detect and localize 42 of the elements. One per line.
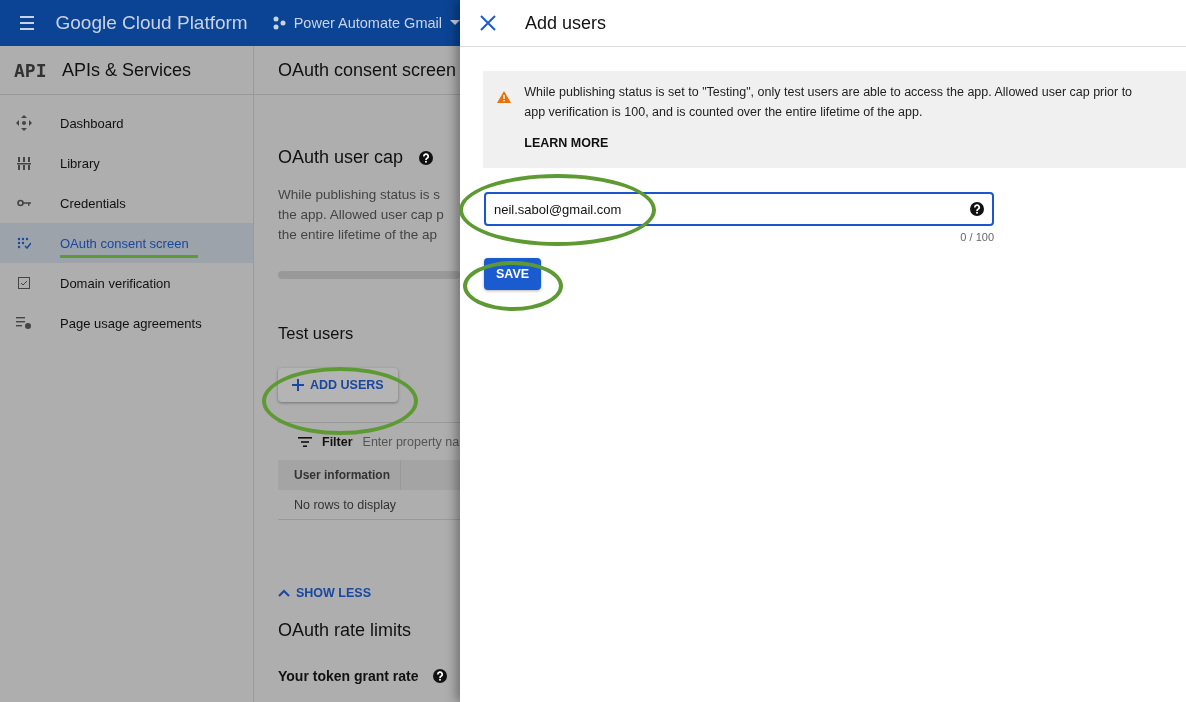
- project-dots-icon: [271, 16, 286, 30]
- sidebar-item[interactable]: Library: [0, 143, 253, 183]
- section-title: APIs & Services: [62, 59, 192, 81]
- sidebar-item[interactable]: Credentials: [0, 183, 253, 223]
- save-button[interactable]: SAVE: [484, 258, 542, 290]
- sidebar-item[interactable]: Dashboard: [0, 103, 253, 143]
- description-text: While publishing status is s the app. Allowed user cap p the entire lifetime of the ap: [278, 186, 445, 244]
- sidebar-item[interactable]: Page usage agreements: [0, 303, 253, 343]
- help-icon[interactable]: [419, 150, 434, 165]
- help-icon[interactable]: [432, 669, 447, 683]
- add-users-button[interactable]: ADD USERS: [278, 368, 398, 402]
- chevron-up-icon: [278, 589, 290, 597]
- page-title: OAuth consent screen: [278, 59, 457, 81]
- help-icon[interactable]: [970, 202, 984, 216]
- column-header[interactable]: User information: [278, 460, 401, 490]
- learn-more-link[interactable]: LEARN MORE: [524, 136, 609, 150]
- menu-icon[interactable]: [20, 16, 35, 30]
- plus-icon: [292, 379, 304, 391]
- subsection-heading: Your token grant rate: [278, 668, 419, 684]
- key-icon: [17, 199, 31, 207]
- show-less-link[interactable]: SHOW LESS: [278, 586, 371, 600]
- section-heading: OAuth user cap: [278, 147, 404, 168]
- character-counter: 0 / 100: [959, 231, 994, 243]
- dotted-grid-icon: [17, 237, 31, 249]
- filter-label: Filter: [322, 434, 353, 449]
- email-input-field[interactable]: neil.sabol@gmail.com: [484, 192, 994, 226]
- section-heading: Test users: [278, 324, 355, 343]
- warning-icon: [496, 91, 511, 103]
- notice-text: While publishing status is set to "Testing", only test users are able to access the app. Allowed user cap prior to app verification is 100, and is counted over the entire lifetime of the app.: [524, 84, 1134, 121]
- checkbox-icon: [18, 277, 30, 289]
- dashboard-icon: [16, 115, 32, 131]
- section-heading: OAuth rate limits: [278, 620, 413, 641]
- project-name[interactable]: Power Automate Gmail: [293, 15, 442, 31]
- close-icon[interactable]: [479, 14, 497, 32]
- panel-title: Add users: [525, 12, 607, 34]
- brand-title: Google Cloud Platform: [55, 12, 248, 34]
- library-icon: [17, 156, 31, 170]
- api-logo: API: [14, 59, 48, 81]
- sidebar-item[interactable]: Domain verification: [0, 263, 253, 303]
- list-gear-icon: [16, 316, 32, 330]
- filter-icon[interactable]: [298, 436, 312, 447]
- caret-icon[interactable]: [450, 20, 460, 26]
